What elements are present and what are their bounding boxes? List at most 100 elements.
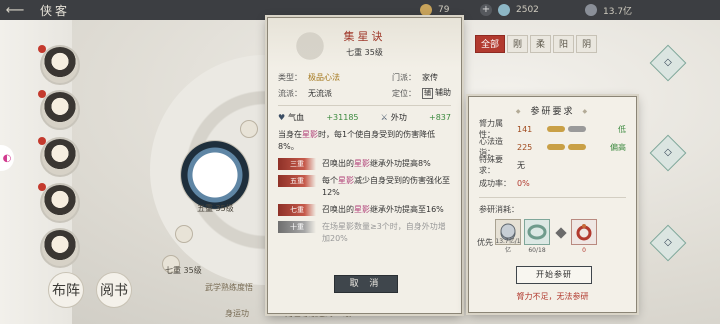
skill-node-orb[interactable]	[240, 120, 258, 138]
tier-row: 五重 每个星影减少自身受到的伤害强化至12%	[278, 175, 451, 199]
req-rating: 低	[618, 124, 626, 134]
skill-description: 当身在星影时，每1个使自身受到的伤害降低8%。	[278, 129, 451, 153]
read-book-button[interactable]: 阅书	[96, 272, 132, 308]
role-value: 辅辅助	[422, 87, 451, 99]
support-flag-icon: 辅	[422, 88, 433, 99]
req-row-strength: 膂力属性： 141 低	[479, 119, 626, 139]
hero-avatar-5[interactable]	[40, 228, 80, 268]
tier-pre: 召唤出的	[322, 159, 354, 168]
item-count: 13.7亿/1亿	[495, 238, 521, 254]
diamond-glyph-icon: ◇	[664, 57, 672, 68]
desc-text: 当身在	[278, 130, 302, 139]
filter-soft[interactable]: 柔	[530, 35, 552, 53]
req-key: 成功率：	[479, 178, 511, 188]
filter-yin[interactable]: 阴	[576, 35, 598, 53]
tier-tag: 十重	[278, 221, 316, 233]
hero-avatar-1[interactable]	[38, 45, 80, 85]
heart-icon: ♥	[278, 113, 286, 122]
coin-icon	[585, 4, 597, 16]
notify-dot	[38, 45, 46, 53]
school-key: 流派：	[278, 88, 302, 98]
req-pill	[568, 144, 586, 150]
resource-gems: + 2502	[480, 0, 539, 20]
cancel-button[interactable]: 取 消	[334, 275, 398, 293]
coin-item[interactable]: 13.7亿/1亿	[495, 219, 521, 254]
tier-post: 继承外功提高至16%	[370, 205, 444, 214]
tier-text: 召唤出的星影继承外功提高至16%	[322, 204, 451, 216]
divider	[479, 197, 626, 198]
tier-tag: 五重	[278, 175, 316, 187]
footer-label: 武学熟练度悟	[205, 283, 253, 292]
jade-item[interactable]: 60/18	[524, 219, 550, 254]
req-value: 无	[517, 160, 525, 170]
hero-avatar-4[interactable]	[38, 183, 80, 223]
req-row-mastery: 心法造诣： 225 偏高	[479, 137, 626, 157]
cost-label: 参研消耗：	[479, 205, 519, 214]
diamond-glyph-icon: ◇	[664, 147, 672, 158]
hero-avatar-3[interactable]	[38, 137, 80, 177]
atk-value: +837	[429, 113, 451, 122]
node-label: 七重 35级	[165, 266, 202, 275]
hero-avatar-2[interactable]	[38, 90, 80, 130]
skill-node-center[interactable]	[180, 140, 250, 210]
warning-text: 膂力不足，无法参研	[516, 292, 589, 301]
skill-node-orb[interactable]	[175, 225, 193, 243]
modal-header: 集星诀 七重 35级	[268, 18, 461, 70]
type-value: 极品心法	[308, 73, 340, 82]
hp-value: +31185	[326, 113, 359, 122]
atk-label: 外功	[390, 113, 407, 122]
item-count: 0	[582, 247, 586, 254]
start-research-button[interactable]: 开始参研	[516, 266, 592, 284]
resource-coins: 13.7亿	[585, 0, 632, 20]
tier-post: 继承外功提高8%	[370, 159, 431, 168]
cost-items: 优先 13.7亿/1亿 60/18 0	[477, 219, 628, 254]
node-label: 五重 35级	[197, 204, 234, 213]
filter-tabs: 全部 刚 柔 阳 阴	[475, 35, 675, 55]
notify-dot	[38, 90, 46, 98]
req-row-success: 成功率： 0%	[479, 177, 626, 189]
tier-text: 在场星影数量≥3个时，自身外功增加20%	[322, 221, 451, 245]
skill-info-grid: 类型： 极品心法 门派： 家传 流派： 无流派 定位： 辅辅助	[278, 72, 451, 106]
panel-title: 参研要求	[469, 104, 636, 117]
tier-row: 三重 召唤出的星影继承外功提高8%	[278, 158, 451, 170]
formation-button[interactable]: 布阵	[48, 272, 84, 308]
notify-dot	[38, 183, 46, 191]
red-ring-icon	[576, 224, 592, 241]
filter-all[interactable]: 全部	[475, 35, 506, 53]
item-count: 60/18	[528, 247, 546, 254]
coins-value: 13.7亿	[603, 6, 633, 17]
page-title: 侠客	[40, 3, 71, 18]
tier-pre: 在场	[322, 222, 338, 231]
skill-emblem-icon	[286, 22, 334, 70]
req-value: 0%	[517, 178, 530, 188]
req-rating: 偏高	[610, 142, 626, 152]
tier-text: 召唤出的星影继承外功提高8%	[322, 158, 451, 170]
back-arrow-icon[interactable]: ⟵	[0, 0, 30, 20]
req-row-special: 特殊要求： 无	[479, 155, 626, 175]
skill-stats: ♥ 气血 +31185 ⚔ 外功 +837	[278, 112, 451, 123]
tier-tag: 三重	[278, 158, 316, 170]
req-pill	[568, 126, 586, 132]
tier-tag: 七重	[278, 204, 316, 216]
tier-row-locked: 十重 在场星影数量≥3个时，自身外功增加20%	[278, 221, 451, 245]
gems-value: 2502	[516, 5, 539, 15]
role-key: 定位：	[392, 88, 416, 98]
type-key: 类型：	[278, 73, 302, 82]
bottom-left-buttons: 布阵 阅书	[48, 272, 132, 308]
ring-item[interactable]: 0	[571, 219, 597, 254]
notify-dot	[38, 137, 46, 145]
research-panel: 参研要求 膂力属性： 141 低 心法造诣： 225 偏高 特殊要求： 无 成功…	[468, 96, 637, 313]
filter-strong[interactable]: 刚	[507, 35, 529, 53]
role-text: 辅助	[435, 88, 451, 97]
skill-detail-modal: 集星诀 七重 35级 类型： 极品心法 门派： 家传 流派： 无流派 定位： 辅…	[267, 17, 462, 314]
tier-text: 每个星影减少自身受到的伤害强化至12%	[322, 175, 451, 199]
tier-keyword: 星影	[338, 176, 354, 185]
tier-keyword: 星影	[354, 159, 370, 168]
filter-yang[interactable]: 阳	[553, 35, 575, 53]
stamina-icon	[420, 4, 432, 16]
add-gems-button[interactable]: +	[480, 4, 492, 16]
or-diamond-icon	[555, 227, 567, 239]
tier-keyword: 星影	[338, 222, 354, 231]
school-value: 无流派	[308, 88, 332, 98]
req-pill	[547, 126, 565, 132]
